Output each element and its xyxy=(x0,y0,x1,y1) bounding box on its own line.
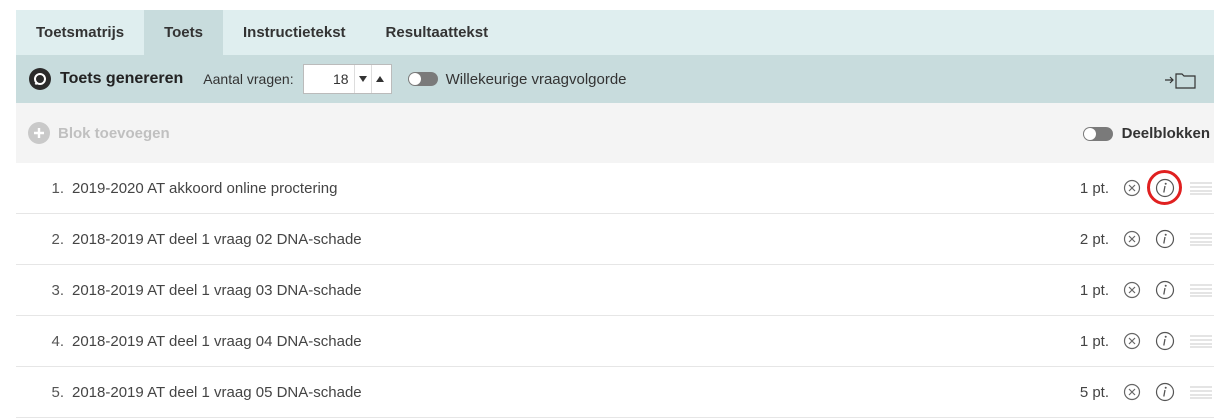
tab-resultaattekst[interactable]: Resultaattekst xyxy=(366,10,509,55)
row-actions: 5 pt. xyxy=(1059,367,1214,417)
highlight-circle xyxy=(1147,170,1182,205)
row-actions: 2 pt. xyxy=(1059,214,1214,264)
random-order-label: Willekeurige vraagvolgorde xyxy=(445,70,627,88)
question-list: 1. 2019-2020 AT akkoord online procterin… xyxy=(16,163,1214,418)
question-row[interactable]: 2. 2018-2019 AT deel 1 vraag 02 DNA-scha… xyxy=(16,214,1214,265)
drag-handle-icon[interactable] xyxy=(1188,279,1214,301)
question-count-stepper[interactable]: 18 xyxy=(302,64,392,94)
subblocks-toggle[interactable] xyxy=(1082,126,1113,141)
drag-handle-icon[interactable] xyxy=(1188,330,1214,352)
remove-icon[interactable] xyxy=(1121,177,1143,199)
drag-handle-icon[interactable] xyxy=(1188,177,1214,199)
drag-handle-icon[interactable] xyxy=(1188,381,1214,403)
row-actions: 1 pt. xyxy=(1059,265,1214,315)
question-number: 2. xyxy=(51,230,64,248)
row-actions: 1 pt. xyxy=(1059,316,1214,366)
question-title[interactable]: 2018-2019 AT deel 1 vraag 03 DNA-schade xyxy=(72,282,362,299)
info-icon[interactable] xyxy=(1154,381,1176,403)
question-count-value[interactable]: 18 xyxy=(304,71,354,87)
remove-icon[interactable] xyxy=(1121,279,1143,301)
question-points: 1 pt. xyxy=(1079,281,1109,299)
tab-instructietekst[interactable]: Instructietekst xyxy=(223,10,366,55)
question-points: 2 pt. xyxy=(1079,230,1109,248)
info-icon[interactable] xyxy=(1154,330,1176,352)
generate-icon[interactable] xyxy=(29,68,51,90)
block-bar: Blok toevoegen Deelblokken xyxy=(16,103,1214,163)
export-folder-icon[interactable] xyxy=(1164,71,1196,89)
decrement-icon[interactable] xyxy=(353,65,371,93)
generate-button[interactable]: Toets genereren xyxy=(60,70,183,88)
random-order-toggle[interactable] xyxy=(407,72,438,86)
question-title[interactable]: 2019-2020 AT akkoord online proctering xyxy=(72,180,337,197)
question-number: 3. xyxy=(51,281,64,299)
question-title[interactable]: 2018-2019 AT deel 1 vraag 05 DNA-schade xyxy=(72,384,362,401)
remove-icon[interactable] xyxy=(1121,228,1143,250)
question-row[interactable]: 1. 2019-2020 AT akkoord online procterin… xyxy=(16,163,1214,214)
add-block-button[interactable]: Blok toevoegen xyxy=(58,125,170,142)
question-row[interactable]: 3. 2018-2019 AT deel 1 vraag 03 DNA-scha… xyxy=(16,265,1214,316)
question-number: 5. xyxy=(51,383,64,401)
add-block-icon[interactable] xyxy=(28,122,50,144)
increment-icon[interactable] xyxy=(370,65,388,93)
info-icon[interactable] xyxy=(1147,170,1182,205)
row-actions: 1 pt. xyxy=(1059,163,1214,213)
question-title[interactable]: 2018-2019 AT deel 1 vraag 02 DNA-schade xyxy=(72,231,362,248)
random-order-toggle-wrap: Willekeurige vraagvolgorde xyxy=(407,70,627,88)
question-points: 1 pt. xyxy=(1079,179,1109,197)
question-number: 1. xyxy=(51,179,64,197)
question-points: 5 pt. xyxy=(1079,383,1109,401)
tab-bar: Toetsmatrijs Toets Instructietekst Resul… xyxy=(16,10,1214,55)
tab-toetsmatrijs[interactable]: Toetsmatrijs xyxy=(16,10,144,55)
tab-toets[interactable]: Toets xyxy=(144,10,223,55)
remove-icon[interactable] xyxy=(1121,381,1143,403)
question-points: 1 pt. xyxy=(1079,332,1109,350)
remove-icon[interactable] xyxy=(1121,330,1143,352)
question-row[interactable]: 5. 2018-2019 AT deel 1 vraag 05 DNA-scha… xyxy=(16,367,1214,418)
info-icon[interactable] xyxy=(1154,228,1176,250)
subblocks-label: Deelblokken xyxy=(1121,125,1210,142)
question-number: 4. xyxy=(51,332,64,350)
toolbar: Toets genereren Aantal vragen: 18 Willek… xyxy=(16,55,1214,103)
drag-handle-icon[interactable] xyxy=(1188,228,1214,250)
question-title[interactable]: 2018-2019 AT deel 1 vraag 04 DNA-schade xyxy=(72,333,362,350)
info-icon[interactable] xyxy=(1154,279,1176,301)
question-row[interactable]: 4. 2018-2019 AT deel 1 vraag 04 DNA-scha… xyxy=(16,316,1214,367)
question-count-label: Aantal vragen: xyxy=(203,71,294,87)
subblocks-toggle-wrap: Deelblokken xyxy=(1082,125,1210,142)
